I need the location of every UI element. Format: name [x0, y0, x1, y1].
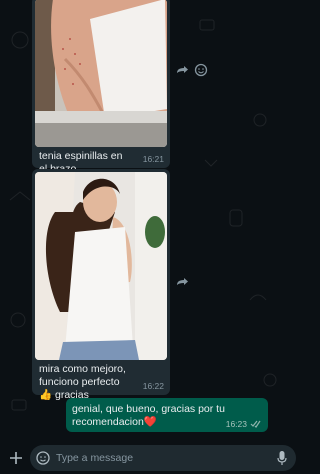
incoming-image-message[interactable]: mira como mejoro, funciono perfecto 👍 gr…: [32, 169, 170, 401]
message-photo[interactable]: [35, 172, 167, 360]
message-photo[interactable]: [35, 0, 167, 147]
sticker-icon[interactable]: [35, 450, 51, 466]
message-input[interactable]: Type a message: [30, 445, 296, 471]
message-placeholder: Type a message: [56, 452, 134, 464]
attach-plus-icon[interactable]: [9, 451, 23, 465]
message-composer: Type a message: [0, 442, 300, 474]
read-receipt-icon: [250, 420, 261, 428]
outgoing-message[interactable]: genial, que bueno, gracias por tu recome…: [66, 398, 268, 432]
message-time: 16:21: [142, 154, 164, 164]
message-time: 16:22: [142, 381, 164, 391]
forward-icon[interactable]: [174, 274, 190, 290]
message-meta: 16:23: [226, 419, 262, 429]
incoming-image-message[interactable]: tenia espinillas en el brazo 16:21: [32, 0, 170, 175]
message-time: 16:23: [225, 419, 247, 429]
microphone-icon[interactable]: [276, 450, 288, 466]
forward-icon[interactable]: [174, 62, 190, 78]
emoji-reaction-icon[interactable]: [193, 62, 209, 78]
